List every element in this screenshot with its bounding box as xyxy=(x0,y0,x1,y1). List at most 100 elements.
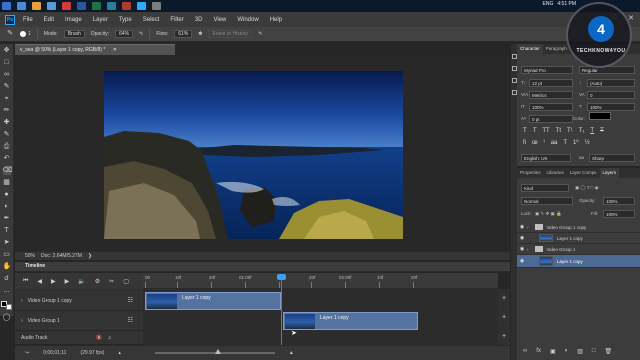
airbrush-icon[interactable]: ✽ xyxy=(198,31,202,37)
swash-icon[interactable]: ᴵ xyxy=(544,140,545,146)
add-media-icon[interactable]: + xyxy=(502,314,506,321)
zoom-level[interactable]: 50% xyxy=(25,252,35,260)
audio-icon[interactable]: 🔈 xyxy=(78,278,85,285)
layer-style-icon[interactable]: fx xyxy=(536,348,541,355)
menu-select[interactable]: Select xyxy=(143,17,160,23)
video-clip[interactable]: Layer 1 copy xyxy=(283,312,418,330)
move-tool-icon[interactable]: ✥ xyxy=(3,47,11,55)
pressure-opacity-icon[interactable]: ✎ xyxy=(139,31,143,37)
layer-row-selected[interactable]: ◉ Layer 1 copy xyxy=(517,255,640,268)
render-video-icon[interactable]: ↪ xyxy=(25,350,29,356)
quick-mask-icon[interactable]: ◯ xyxy=(3,314,11,322)
settings-icon[interactable]: ⚙ xyxy=(95,278,100,285)
pressure-size-icon[interactable]: ✎ xyxy=(258,31,262,37)
quick-select-tool-icon[interactable]: ✎ xyxy=(3,83,11,91)
split-icon[interactable]: ✂ xyxy=(109,278,114,285)
hand-tool-icon[interactable]: ✋ xyxy=(3,263,12,271)
erase-history-checkbox[interactable]: Erase to History xyxy=(208,30,253,38)
horizontal-scale-field[interactable]: 100% xyxy=(587,103,635,111)
expand-arrow-icon[interactable]: › xyxy=(21,298,23,304)
taskbar-app-icon[interactable] xyxy=(107,2,116,10)
expand-arrow-icon[interactable]: › xyxy=(527,247,529,252)
fractions-icon[interactable]: ½ xyxy=(585,140,590,146)
mode-select[interactable]: Brush xyxy=(63,30,85,38)
tracking-field[interactable]: 0 xyxy=(587,91,635,99)
taskbar-app-icon[interactable] xyxy=(92,2,101,10)
menu-file[interactable]: File xyxy=(23,17,33,23)
doc-info[interactable]: Doc: 2.64M/5.27M xyxy=(41,252,82,260)
taskbar-app-icon[interactable] xyxy=(62,2,71,10)
faux-italic-icon[interactable]: T xyxy=(533,128,537,134)
old-style-icon[interactable]: œ xyxy=(532,140,538,146)
shape-tool-icon[interactable]: ▭ xyxy=(3,251,11,259)
language-select[interactable]: English: UK xyxy=(521,154,571,162)
link-layers-icon[interactable]: ∞ xyxy=(523,348,527,355)
color-swatches[interactable] xyxy=(1,301,12,310)
background-color-swatch[interactable] xyxy=(6,304,12,310)
menu-view[interactable]: View xyxy=(213,17,226,23)
alternates-icon[interactable]: aa xyxy=(551,140,558,146)
path-select-tool-icon[interactable]: ➤ xyxy=(3,239,11,247)
playhead-handle[interactable] xyxy=(277,274,286,280)
stamp-tool-icon[interactable]: ⎙ xyxy=(3,143,11,151)
menu-type[interactable]: Type xyxy=(119,17,132,23)
menu-window[interactable]: Window xyxy=(237,17,258,23)
all-caps-icon[interactable]: TT xyxy=(542,128,549,134)
visibility-eye-icon[interactable]: ◉ xyxy=(517,235,527,241)
eyedropper-tool-icon[interactable]: ✏ xyxy=(3,107,11,115)
audio-track-header[interactable]: Audio Track 🔇 ♫ xyxy=(15,331,143,345)
new-group-icon[interactable]: ▧ xyxy=(577,348,583,355)
visibility-eye-icon[interactable]: ◉ xyxy=(517,258,527,264)
crop-tool-icon[interactable]: ⌖ xyxy=(3,95,11,103)
film-strip-icon[interactable]: ☷ xyxy=(128,297,133,304)
history-brush-tool-icon[interactable]: ↶ xyxy=(3,155,11,163)
track-header[interactable]: › Video Group 1 copy ☷ xyxy=(15,291,143,311)
first-frame-icon[interactable]: ⏮ xyxy=(23,278,28,285)
taskbar-app-icon[interactable] xyxy=(77,2,86,10)
visibility-eye-icon[interactable]: ◉ xyxy=(517,246,527,252)
opacity-field[interactable]: 64% xyxy=(115,30,134,38)
brush-preset-picker[interactable]: 1 xyxy=(20,31,31,37)
tab-paragraph[interactable]: Paragraph xyxy=(543,44,570,54)
faux-bold-icon[interactable]: T xyxy=(523,128,527,134)
small-caps-icon[interactable]: Tt xyxy=(556,128,561,134)
eraser-tool-icon[interactable]: ✎ xyxy=(6,30,14,38)
flow-field[interactable]: 61% xyxy=(174,30,193,38)
eraser-tool-icon[interactable]: ⌫ xyxy=(2,167,12,175)
taskbar-app-icon[interactable] xyxy=(152,2,161,10)
strikethrough-icon[interactable]: T xyxy=(600,128,604,134)
tab-libraries[interactable]: Libraries xyxy=(544,168,567,178)
playhead-line[interactable] xyxy=(281,276,282,350)
antialias-select[interactable]: Sharp xyxy=(589,154,635,162)
add-audio-icon[interactable]: + xyxy=(502,333,506,340)
font-style-select[interactable]: Regular xyxy=(579,66,635,74)
taskbar-app-icon[interactable] xyxy=(17,2,26,10)
zoom-tool-icon[interactable]: ☌ xyxy=(3,275,11,283)
taskbar-app-icon[interactable] xyxy=(2,2,11,10)
add-media-icon[interactable]: + xyxy=(502,295,506,302)
timeline-tracks[interactable]: Layer 1 copy Layer 1 copy ➤ xyxy=(143,289,498,345)
music-note-icon[interactable]: ♫ xyxy=(108,335,112,341)
zoom-in-icon[interactable]: ▲ xyxy=(289,350,294,356)
layer-fill-field[interactable]: 100% xyxy=(603,210,635,218)
marquee-tool-icon[interactable]: □ xyxy=(3,59,11,67)
layer-row-group[interactable]: ◉ › Video Group 1 xyxy=(517,244,640,255)
track-header[interactable]: › Video Group 1 ☷ xyxy=(15,311,143,331)
titling-icon[interactable]: T xyxy=(563,140,567,146)
gradient-tool-icon[interactable]: ▦ xyxy=(3,179,11,187)
expand-arrow-icon[interactable]: › xyxy=(21,318,23,324)
photoshop-logo-icon[interactable]: Ps xyxy=(5,14,15,25)
vertical-scale-field[interactable]: 100% xyxy=(529,103,573,111)
baseline-shift-field[interactable]: 0 pt xyxy=(529,115,573,123)
text-color-swatch[interactable] xyxy=(589,112,611,120)
prev-frame-icon[interactable]: ◀ xyxy=(37,278,42,285)
add-mask-icon[interactable]: ▣ xyxy=(550,348,556,355)
tab-layer-comps[interactable]: Layer Comps xyxy=(567,168,600,178)
taskbar-app-icon[interactable] xyxy=(47,2,56,10)
menu-image[interactable]: Image xyxy=(65,17,82,23)
video-clip[interactable]: Layer 1 copy xyxy=(145,292,281,310)
timeline-ruler[interactable]: 00 10f 20f 01:00f 10f 20f 02:00f 10f 20f xyxy=(143,273,498,289)
layer-row[interactable]: ◉ Layer 1 copy xyxy=(517,233,640,244)
menu-3d[interactable]: 3D xyxy=(195,17,203,23)
font-family-select[interactable]: Myriad Pro xyxy=(521,66,573,74)
